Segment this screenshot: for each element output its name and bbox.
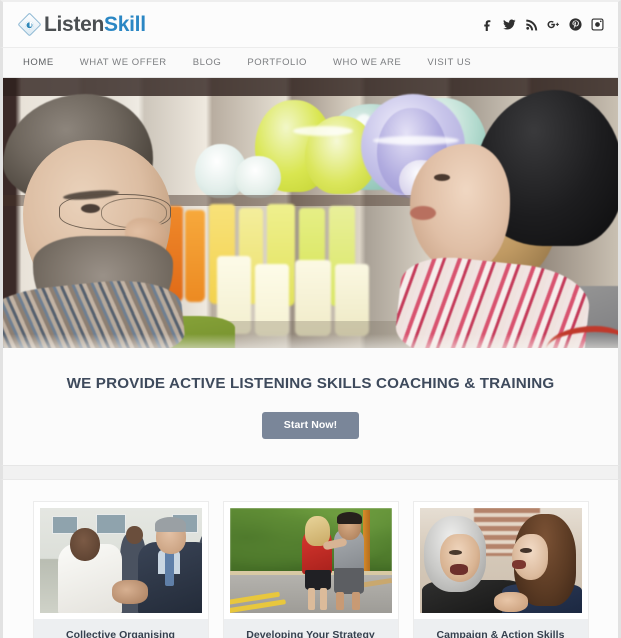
- section-divider: [0, 466, 621, 479]
- card1-hands: [111, 580, 148, 604]
- card3-older-woman-mouth: [449, 564, 468, 575]
- hero-person-left: [3, 88, 265, 348]
- nav-item-home[interactable]: HOME: [19, 57, 67, 68]
- card3-younger-woman-face: [511, 534, 548, 580]
- card3-younger-woman-eye: [519, 548, 532, 553]
- card1-window-2: [95, 514, 126, 534]
- pinterest-icon[interactable]: [569, 18, 582, 31]
- site-logo[interactable]: ListenSkill: [17, 12, 146, 37]
- google-plus-icon[interactable]: [547, 18, 560, 31]
- card1-man-dark-tie: [164, 552, 174, 586]
- services-row: Collective Organising Developing Your St…: [3, 501, 618, 638]
- services-section: Collective Organising Developing Your St…: [0, 479, 621, 638]
- hero-banner: [0, 78, 621, 348]
- card2-woman-shorts: [304, 570, 331, 590]
- logo-text-accent: Skill: [104, 13, 146, 36]
- hero-bottom-glare: [3, 334, 618, 348]
- tagline-section: WE PROVIDE ACTIVE LISTENING SKILLS COACH…: [0, 348, 621, 466]
- card3-hand: [493, 592, 528, 612]
- card2-woman-leg-1: [307, 588, 315, 610]
- nav-item-who-we-are[interactable]: WHO WE ARE: [320, 57, 414, 68]
- card2-man-hair: [336, 512, 362, 524]
- service-card-image-1: [39, 508, 202, 613]
- service-card-image-3: [419, 508, 582, 613]
- page-root: ListenSkill HOME WHAT WE OFFER BLOG PORT…: [0, 0, 621, 638]
- twitter-icon[interactable]: [503, 18, 516, 31]
- service-card-caption-1: Collective Organising: [33, 619, 208, 638]
- service-card-image-2: [229, 508, 392, 613]
- service-card-caption-2: Developing Your Strategy: [223, 619, 398, 638]
- hero-woman-lips: [410, 206, 436, 220]
- site-header: ListenSkill: [0, 0, 621, 47]
- logo-text: ListenSkill: [44, 14, 146, 35]
- nav-item-blog[interactable]: BLOG: [180, 57, 235, 68]
- hero-pot-shine-3: [293, 126, 353, 136]
- service-card-campaign-action-skills[interactable]: Campaign & Action Skills: [412, 501, 589, 638]
- diamond-logo-icon: [17, 12, 42, 37]
- logo-text-primary: Listen: [44, 13, 105, 36]
- card1-bystander-head-1: [125, 526, 143, 544]
- card2-man-leg-2: [351, 592, 360, 610]
- nav-item-what-we-offer[interactable]: WHAT WE OFFER: [67, 57, 180, 68]
- page-title: WE PROVIDE ACTIVE LISTENING SKILLS COACH…: [66, 375, 555, 392]
- card2-woman-leg-2: [319, 588, 327, 610]
- instagram-icon[interactable]: [591, 18, 604, 31]
- card1-man-white-head: [69, 528, 100, 561]
- service-card-collective-organising[interactable]: Collective Organising: [32, 501, 209, 638]
- card3-younger-woman-mouth: [511, 560, 526, 569]
- nav-item-visit-us[interactable]: VISIT US: [414, 57, 484, 68]
- start-now-button[interactable]: Start Now!: [261, 412, 360, 439]
- card2-man-shorts: [333, 568, 364, 594]
- service-card-caption-3: Campaign & Action Skills: [413, 619, 588, 638]
- hero-image: [3, 78, 618, 348]
- hero-person-right: [393, 90, 618, 348]
- facebook-icon[interactable]: [481, 18, 494, 31]
- hero-woman-eye: [434, 174, 450, 181]
- nav-item-portfolio[interactable]: PORTFOLIO: [234, 57, 320, 68]
- card3-older-woman-eye: [448, 550, 462, 555]
- card1-man-dark-hair: [154, 517, 186, 532]
- rss-icon[interactable]: [525, 18, 538, 31]
- main-navigation: HOME WHAT WE OFFER BLOG PORTFOLIO WHO WE…: [0, 47, 621, 78]
- card2-man-leg-1: [335, 592, 344, 610]
- service-card-developing-your-strategy[interactable]: Developing Your Strategy: [222, 501, 399, 638]
- social-links: [481, 18, 604, 31]
